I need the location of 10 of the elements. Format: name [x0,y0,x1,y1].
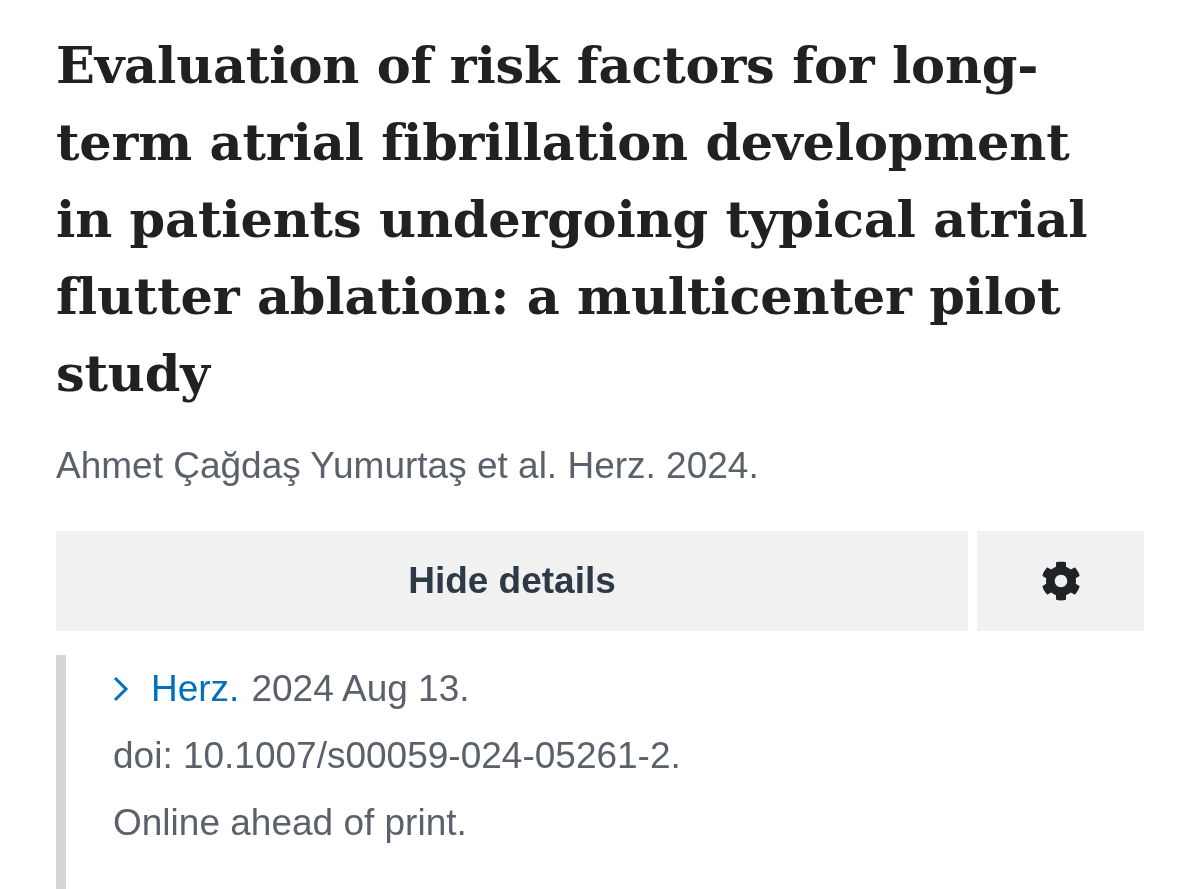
chevron-right-icon [113,675,129,702]
doi-text: doi: 10.1007/s00059-024-05261-2. [113,735,681,776]
article-title: Evaluation of risk factors for long-term atrial fibrillation development in patients undergoing typical atrial flutter ablation: a multicenter pilot study [56,34,1089,405]
publication-date: 2024 Aug 13. [251,667,470,711]
citation-text: Ahmet Çağdaş Yumurtaş et al. Herz. 2024. [56,445,759,486]
settings-button[interactable] [977,531,1144,631]
settings-icon [1040,561,1081,601]
journal-link[interactable]: Herz. [113,655,240,722]
publication-status: Online ahead of print. [113,802,467,843]
hide-details-button[interactable]: Hide details [56,531,968,631]
